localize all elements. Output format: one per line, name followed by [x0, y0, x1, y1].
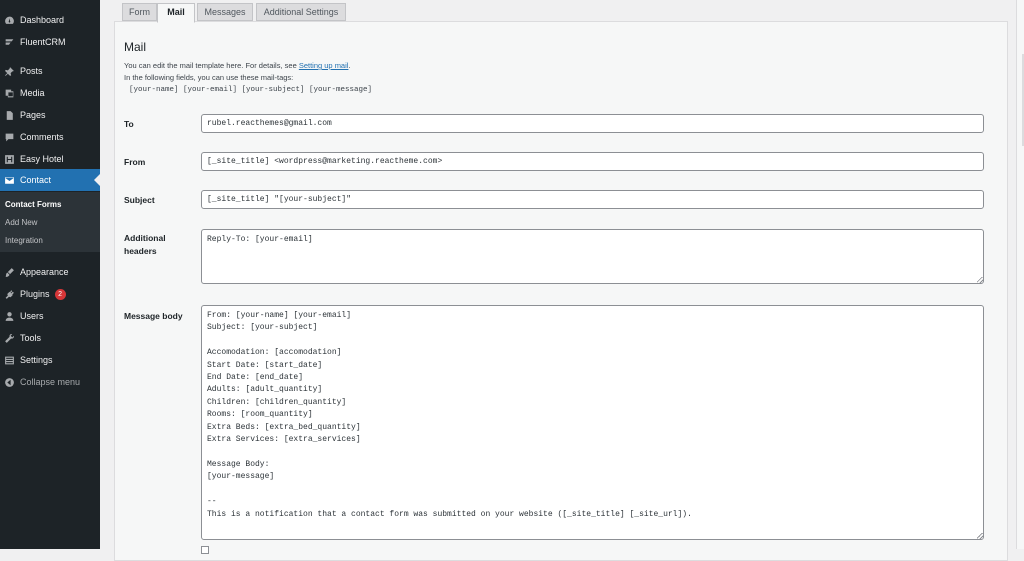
sidebar-item-contact[interactable]: Contact [0, 169, 100, 191]
mail-tags-list: [your-name] [your-email] [your-subject] … [129, 86, 373, 94]
tab-mail[interactable]: Mail [157, 3, 195, 23]
description-period: . [348, 61, 351, 70]
sidebar-item-label: Comments [20, 132, 64, 142]
sidebar-item-label: Plugins [20, 289, 50, 299]
mail-description: You can edit the mail template here. For… [124, 61, 351, 70]
hotel-icon [4, 154, 15, 165]
sidebar-item-label: Dashboard [20, 15, 65, 25]
sidebar-item-label: Pages [20, 110, 46, 120]
tab-form[interactable]: Form [122, 3, 157, 21]
sidebar-item-label: Posts [20, 66, 43, 76]
to-field[interactable]: rubel.reacthemes@gmail.com [201, 114, 984, 133]
additional-headers-label: Additional headers [124, 232, 166, 258]
sidebar-item-label: Media [20, 88, 45, 98]
contact-submenu: Contact Forms Add New Integration [0, 192, 100, 252]
sidebar-item-settings[interactable]: Settings [0, 349, 100, 371]
description-text: You can edit the mail template here. For… [124, 61, 299, 70]
use-html-checkbox[interactable] [201, 546, 209, 554]
submenu-item-integration[interactable]: Integration [5, 236, 43, 245]
tab-messages[interactable]: Messages [197, 3, 253, 21]
additional-headers-label-line1: Additional [124, 233, 166, 243]
sidebar-item-label: Appearance [20, 267, 69, 277]
user-icon [4, 311, 15, 322]
message-body-label: Message body [124, 311, 183, 321]
from-field[interactable]: [_site_title] <wordpress@marketing.react… [201, 152, 984, 171]
page-icon [4, 110, 15, 121]
sidebar-item-tools[interactable]: Tools [0, 327, 100, 349]
sidebar-item-comments[interactable]: Comments [0, 126, 100, 148]
sidebar-item-pages[interactable]: Pages [0, 104, 100, 126]
media-icon [4, 88, 15, 99]
fluentcrm-icon [4, 37, 15, 48]
sidebar-item-label: FluentCRM [20, 37, 66, 47]
brush-icon [4, 267, 15, 278]
mail-icon [4, 175, 15, 186]
plugins-update-badge: 2 [54, 288, 66, 300]
sidebar-item-plugins[interactable]: Plugins 2 [0, 283, 100, 305]
sidebar-item-fluentcrm[interactable]: FluentCRM [0, 31, 100, 53]
plugin-icon [4, 289, 15, 300]
tab-additional-settings[interactable]: Additional Settings [256, 3, 346, 21]
dashboard-icon [4, 15, 15, 26]
page-title: Mail [124, 40, 147, 54]
submenu-item-add-new[interactable]: Add New [5, 218, 37, 227]
sidebar-item-label: Tools [20, 333, 42, 343]
pin-icon [4, 66, 15, 77]
from-label: From [124, 157, 146, 167]
setting-up-mail-link[interactable]: Setting up mail [299, 61, 349, 70]
admin-sidebar: Dashboard FluentCRM Posts Media Pages Co… [0, 0, 100, 549]
sidebar-item-easy-hotel[interactable]: Easy Hotel [0, 148, 100, 170]
additional-headers-field[interactable]: Reply-To: [your-email] [201, 229, 984, 284]
submenu-item-contact-forms[interactable]: Contact Forms [5, 200, 61, 209]
sidebar-item-label: Settings [20, 355, 53, 365]
subject-label: Subject [124, 195, 155, 205]
sidebar-item-users[interactable]: Users [0, 305, 100, 327]
settings-icon [4, 355, 15, 366]
additional-headers-label-line2: headers [124, 246, 157, 256]
message-body-wrapper: From: [your-name] [your-email] Subject: … [201, 305, 984, 540]
sidebar-item-label: Contact [20, 175, 52, 185]
collapse-menu-button[interactable]: Collapse menu [0, 371, 100, 393]
sidebar-item-label: Users [20, 311, 44, 321]
message-body-field[interactable]: From: [your-name] [your-email] Subject: … [201, 305, 984, 540]
sidebar-item-label: Collapse menu [20, 377, 81, 387]
sidebar-item-posts[interactable]: Posts [0, 60, 100, 82]
collapse-icon [4, 377, 15, 388]
to-label: To [124, 119, 134, 129]
resize-handle-icon[interactable] [977, 533, 983, 539]
wrench-icon [4, 333, 15, 344]
additional-headers-wrapper: Reply-To: [your-email] [201, 229, 984, 284]
mail-tags-intro: In the following fields, you can use the… [124, 73, 294, 82]
sidebar-item-media[interactable]: Media [0, 82, 100, 104]
comment-icon [4, 132, 15, 143]
subject-field[interactable]: [_site_title] "[your-subject]" [201, 190, 984, 209]
sidebar-item-dashboard[interactable]: Dashboard [0, 9, 100, 31]
sidebar-item-label: Easy Hotel [20, 154, 64, 164]
sidebar-item-appearance[interactable]: Appearance [0, 261, 100, 283]
resize-handle-icon[interactable] [977, 277, 983, 283]
